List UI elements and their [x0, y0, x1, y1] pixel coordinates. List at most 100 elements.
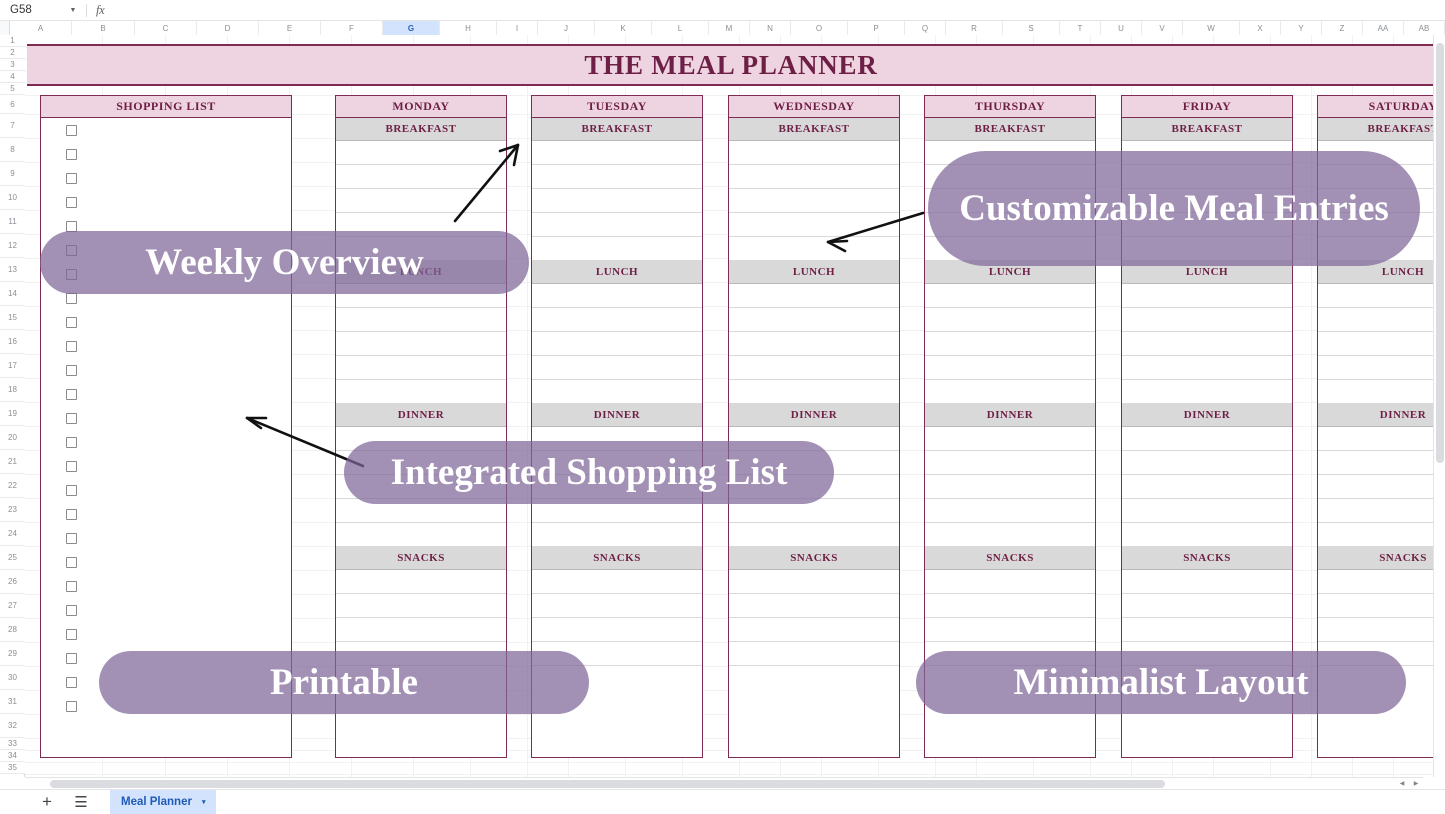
formula-bar: G58 ▼ fx: [0, 0, 1445, 21]
row-header-21[interactable]: 21: [0, 450, 25, 474]
name-box-value: G58: [10, 4, 32, 16]
column-header-a[interactable]: A: [10, 21, 72, 35]
row-header-10[interactable]: 10: [0, 186, 25, 210]
row-header-6[interactable]: 6: [0, 95, 25, 114]
chevron-down-icon[interactable]: ▾: [202, 798, 206, 806]
row-header-12[interactable]: 12: [0, 234, 25, 258]
row-header-20[interactable]: 20: [0, 426, 25, 450]
column-header-x[interactable]: X: [1240, 21, 1281, 35]
annotation-minimalist-layout: Minimalist Layout: [916, 651, 1406, 714]
annotation-weekly-overview: Weekly Overview: [40, 231, 529, 294]
formula-input[interactable]: [104, 0, 1445, 21]
horizontal-scroll-thumb[interactable]: [50, 779, 1165, 788]
row-header-7[interactable]: 7: [0, 114, 25, 138]
row-header-1[interactable]: 1: [0, 35, 25, 47]
column-header-aa[interactable]: AA: [1363, 21, 1404, 35]
column-header-ab[interactable]: AB: [1404, 21, 1445, 35]
row-header-25[interactable]: 25: [0, 546, 25, 570]
horizontal-scrollbar[interactable]: ◀ ▶: [25, 777, 1423, 789]
column-header-y[interactable]: Y: [1281, 21, 1322, 35]
column-header-f[interactable]: F: [321, 21, 383, 35]
column-header-t[interactable]: T: [1060, 21, 1101, 35]
row-header-9[interactable]: 9: [0, 162, 25, 186]
row-header-23[interactable]: 23: [0, 498, 25, 522]
column-header-k[interactable]: K: [595, 21, 652, 35]
row-header-3[interactable]: 3: [0, 59, 25, 71]
annotation-label: Printable: [270, 661, 418, 703]
column-header-u[interactable]: U: [1101, 21, 1142, 35]
divider: [86, 3, 87, 17]
row-header-16[interactable]: 16: [0, 330, 25, 354]
sheet-tab-meal-planner[interactable]: Meal Planner ▾: [110, 789, 217, 814]
column-header-q[interactable]: Q: [905, 21, 946, 35]
row-header-35[interactable]: 35: [0, 762, 25, 774]
column-header-r[interactable]: R: [946, 21, 1003, 35]
vertical-scroll-thumb[interactable]: [1436, 43, 1444, 463]
row-header-19[interactable]: 19: [0, 402, 25, 426]
select-all-corner[interactable]: [0, 21, 10, 35]
chevron-down-icon[interactable]: ▼: [62, 0, 84, 21]
row-header-31[interactable]: 31: [0, 690, 25, 714]
row-header-28[interactable]: 28: [0, 618, 25, 642]
row-header-30[interactable]: 30: [0, 666, 25, 690]
annotation-label: Integrated Shopping List: [390, 451, 788, 493]
row-header-27[interactable]: 27: [0, 594, 25, 618]
row-header-14[interactable]: 14: [0, 282, 25, 306]
annotation-label: Minimalist Layout: [1013, 661, 1309, 703]
arrow-line-weekly-overview: [453, 143, 520, 223]
column-header-l[interactable]: L: [652, 21, 709, 35]
vertical-scrollbar[interactable]: [1433, 35, 1445, 777]
function-icon: fx: [96, 2, 105, 17]
row-header-strip: 1 2 3 4 5 6 7 8 9 10 11 12 13 14 15 16 17 18 19 20 21 22 23 24 2…: [0, 35, 25, 777]
column-header-z[interactable]: Z: [1322, 21, 1363, 35]
column-header-e[interactable]: E: [259, 21, 321, 35]
arrow-head-customizable: [826, 239, 849, 253]
annotation-printable: Printable: [99, 651, 589, 714]
row-header-17[interactable]: 17: [0, 354, 25, 378]
row-header-8[interactable]: 8: [0, 138, 25, 162]
row-header-32[interactable]: 32: [0, 714, 25, 738]
arrow-line-customizable: [826, 211, 925, 244]
column-header-strip: A B C D E F G H I J K L M N O P Q R S T U V W X Y Z AA AB: [0, 21, 1445, 35]
row-header-13[interactable]: 13: [0, 258, 25, 282]
scroll-right-icon[interactable]: ▶: [1409, 778, 1423, 790]
column-header-s[interactable]: S: [1003, 21, 1060, 35]
arrow-line-shopping: [245, 416, 365, 468]
annotation-label: Customizable Meal Entries: [959, 187, 1389, 229]
row-header-5[interactable]: 5: [0, 83, 25, 95]
add-sheet-button[interactable]: +: [30, 790, 64, 814]
column-header-j[interactable]: J: [538, 21, 595, 35]
annotation-label: Weekly Overview: [145, 241, 424, 283]
row-header-34[interactable]: 34: [0, 750, 25, 762]
row-header-15[interactable]: 15: [0, 306, 25, 330]
column-header-g[interactable]: G: [383, 21, 440, 35]
row-header-29[interactable]: 29: [0, 642, 25, 666]
column-header-h[interactable]: H: [440, 21, 497, 35]
column-header-m[interactable]: M: [709, 21, 750, 35]
column-header-c[interactable]: C: [135, 21, 197, 35]
column-header-d[interactable]: D: [197, 21, 259, 35]
annotation-integrated-shopping-list: Integrated Shopping List: [344, 441, 834, 504]
name-box[interactable]: G58: [0, 0, 62, 21]
column-header-n[interactable]: N: [750, 21, 791, 35]
sheet-tab-bar: + ☰ Meal Planner ▾: [0, 789, 1445, 814]
row-header-18[interactable]: 18: [0, 378, 25, 402]
column-header-v[interactable]: V: [1142, 21, 1183, 35]
row-header-2[interactable]: 2: [0, 47, 25, 59]
column-header-o[interactable]: O: [791, 21, 848, 35]
column-header-i[interactable]: I: [497, 21, 538, 35]
column-header-w[interactable]: W: [1183, 21, 1240, 35]
annotation-customizable-meal-entries: Customizable Meal Entries: [928, 151, 1420, 266]
spreadsheet-grid[interactable]: THE MEAL PLANNER SHOPPING LIST MONDAY BREA…: [25, 35, 1435, 777]
sheet-tab-label: Meal Planner: [121, 795, 192, 808]
all-sheets-menu-button[interactable]: ☰: [64, 790, 98, 814]
row-header-24[interactable]: 24: [0, 522, 25, 546]
scroll-left-icon[interactable]: ◀: [1395, 778, 1409, 790]
column-header-b[interactable]: B: [72, 21, 135, 35]
row-header-4[interactable]: 4: [0, 71, 25, 83]
row-header-22[interactable]: 22: [0, 474, 25, 498]
row-header-11[interactable]: 11: [0, 210, 25, 234]
column-header-p[interactable]: P: [848, 21, 905, 35]
row-header-33[interactable]: 33: [0, 738, 25, 750]
row-header-26[interactable]: 26: [0, 570, 25, 594]
